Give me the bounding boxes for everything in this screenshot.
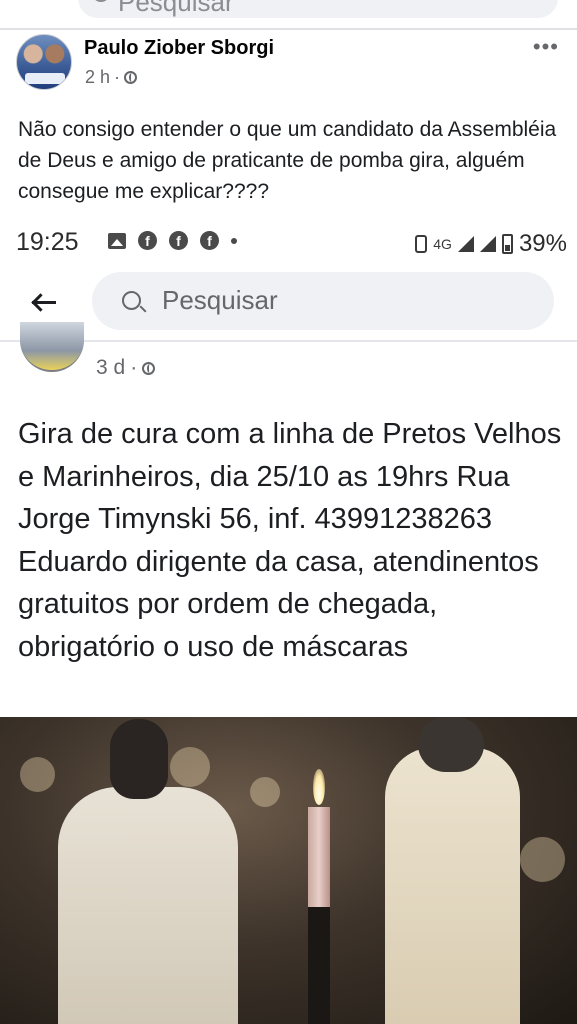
separator-dot: · <box>130 356 138 379</box>
post-meta: 2 h · <box>85 67 138 88</box>
search-row: Pesquisar <box>0 268 577 338</box>
post-text: Não consigo entender o que um candidato … <box>18 118 557 203</box>
globe-icon <box>142 361 156 375</box>
statue-figure <box>58 787 238 1024</box>
back-arrow-icon[interactable] <box>30 288 60 318</box>
statue-figure <box>385 747 520 1024</box>
signal-icon <box>479 236 496 252</box>
avatar[interactable] <box>20 322 84 372</box>
facebook-icon: f <box>169 231 188 250</box>
signal-icon <box>457 236 474 252</box>
top-search-bar[interactable]: Pesquisar <box>78 0 558 18</box>
network-type: 4G <box>433 236 452 252</box>
image-icon <box>108 232 126 249</box>
facebook-icon: f <box>138 231 157 250</box>
post-photo[interactable] <box>0 717 577 1024</box>
candle-base <box>308 907 330 1024</box>
post-time[interactable]: 2 h <box>85 67 110 88</box>
statue-head <box>110 719 168 799</box>
divider <box>0 340 577 342</box>
notification-icons: f f f <box>108 231 237 250</box>
more-options-icon[interactable]: ••• <box>533 34 559 60</box>
separator-dot: · <box>114 67 121 87</box>
post-meta: 3 d · <box>96 356 156 380</box>
divider <box>0 28 577 30</box>
status-right: 4G 39% <box>415 230 567 258</box>
avatar[interactable] <box>16 34 72 90</box>
battery-percent: 39% <box>518 230 567 257</box>
author-name[interactable]: Paulo Ziober Sborgi <box>84 37 274 60</box>
status-bar: 19:25 f f f 4G 39% <box>0 222 577 262</box>
statue-head <box>418 717 484 772</box>
top-search-placeholder: Pesquisar <box>118 0 234 17</box>
post-time[interactable]: 3 d <box>96 356 125 380</box>
dot-icon <box>231 237 237 244</box>
search-placeholder: Pesquisar <box>162 285 278 315</box>
battery-icon <box>501 234 513 254</box>
candle-flame <box>313 769 325 805</box>
globe-icon <box>124 71 138 84</box>
facebook-icon: f <box>200 231 219 250</box>
post-text: Gira de cura com a linha de Pretos Velho… <box>18 418 562 663</box>
status-time: 19:25 <box>16 228 79 256</box>
vibrate-icon <box>415 235 428 253</box>
search-icon <box>92 0 110 2</box>
search-icon <box>122 291 141 310</box>
search-input[interactable]: Pesquisar <box>92 272 554 330</box>
post-header: Paulo Ziober Sborgi 2 h · ••• <box>16 34 561 94</box>
